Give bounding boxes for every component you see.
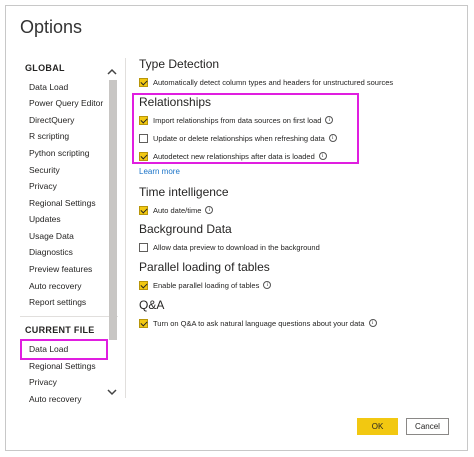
sidebar-item-power-query-editor[interactable]: Power Query Editor bbox=[29, 98, 103, 108]
option-detect-column-types[interactable]: Automatically detect column types and he… bbox=[139, 76, 393, 88]
sidebar-item-auto-recovery[interactable]: Auto recovery bbox=[29, 281, 81, 291]
sidebar-item-security[interactable]: Security bbox=[29, 165, 60, 175]
sidebar-scroll-thumb[interactable] bbox=[109, 80, 117, 340]
checkbox-qa[interactable] bbox=[139, 318, 148, 328]
info-icon[interactable]: i bbox=[263, 281, 272, 289]
dialog-title: Options bbox=[20, 17, 83, 37]
sidebar-item-privacy[interactable]: Privacy bbox=[29, 181, 57, 191]
sidebar-item-python-scripting[interactable]: Python scripting bbox=[29, 148, 89, 158]
sidebar-item-current-privacy[interactable]: Privacy bbox=[29, 377, 57, 387]
pane-separator bbox=[125, 58, 126, 398]
info-icon[interactable]: i bbox=[368, 319, 377, 327]
ok-button[interactable]: OK bbox=[357, 418, 398, 435]
option-parallel-loading[interactable]: Enable parallel loading of tables i bbox=[139, 279, 272, 291]
checkbox-parallel-loading[interactable] bbox=[139, 280, 148, 290]
cancel-button[interactable]: Cancel bbox=[406, 418, 449, 435]
background-data-heading: Background Data bbox=[139, 222, 232, 236]
sidebar-item-updates[interactable]: Updates bbox=[29, 214, 61, 224]
sidebar-item-preview-features[interactable]: Preview features bbox=[29, 264, 92, 274]
option-label: Turn on Q&A to ask natural language ques… bbox=[153, 318, 365, 328]
current-data-load-highlight bbox=[20, 339, 108, 360]
chevron-down-icon[interactable] bbox=[106, 386, 118, 398]
option-label: Auto date/time bbox=[153, 205, 202, 215]
options-dialog bbox=[5, 5, 468, 451]
sidebar-item-directquery[interactable]: DirectQuery bbox=[29, 115, 74, 125]
option-label: Allow data preview to download in the ba… bbox=[153, 242, 320, 252]
current-file-header: CURRENT FILE bbox=[25, 325, 95, 335]
info-icon[interactable]: i bbox=[205, 206, 214, 214]
sidebar-item-current-regional-settings[interactable]: Regional Settings bbox=[29, 361, 96, 371]
learn-more-link[interactable]: Learn more bbox=[139, 167, 180, 176]
chevron-up-icon[interactable] bbox=[106, 66, 118, 78]
relationships-highlight bbox=[132, 93, 359, 164]
option-auto-date-time[interactable]: Auto date/time i bbox=[139, 204, 214, 216]
sidebar-item-usage-data[interactable]: Usage Data bbox=[29, 231, 74, 241]
checkbox-allow-data-preview[interactable] bbox=[139, 242, 148, 252]
global-header: GLOBAL bbox=[25, 63, 65, 73]
sidebar-item-report-settings[interactable]: Report settings bbox=[29, 297, 86, 307]
parallel-loading-heading: Parallel loading of tables bbox=[139, 260, 270, 274]
sidebar-item-data-load[interactable]: Data Load bbox=[29, 82, 68, 92]
checkbox-detect-column-types[interactable] bbox=[139, 77, 148, 87]
sidebar-divider bbox=[20, 316, 118, 317]
option-label: Enable parallel loading of tables bbox=[153, 280, 260, 290]
type-detection-heading: Type Detection bbox=[139, 57, 220, 71]
sidebar-item-regional-settings[interactable]: Regional Settings bbox=[29, 198, 96, 208]
qa-heading: Q&A bbox=[139, 298, 165, 312]
checkbox-auto-date-time[interactable] bbox=[139, 205, 148, 215]
time-intelligence-heading: Time intelligence bbox=[139, 185, 229, 199]
sidebar-item-diagnostics[interactable]: Diagnostics bbox=[29, 247, 73, 257]
sidebar-item-current-auto-recovery[interactable]: Auto recovery bbox=[29, 394, 81, 404]
option-qa[interactable]: Turn on Q&A to ask natural language ques… bbox=[139, 317, 377, 329]
sidebar-item-r-scripting[interactable]: R scripting bbox=[29, 131, 69, 141]
option-label: Automatically detect column types and he… bbox=[153, 77, 394, 87]
option-allow-data-preview[interactable]: Allow data preview to download in the ba… bbox=[139, 241, 320, 253]
